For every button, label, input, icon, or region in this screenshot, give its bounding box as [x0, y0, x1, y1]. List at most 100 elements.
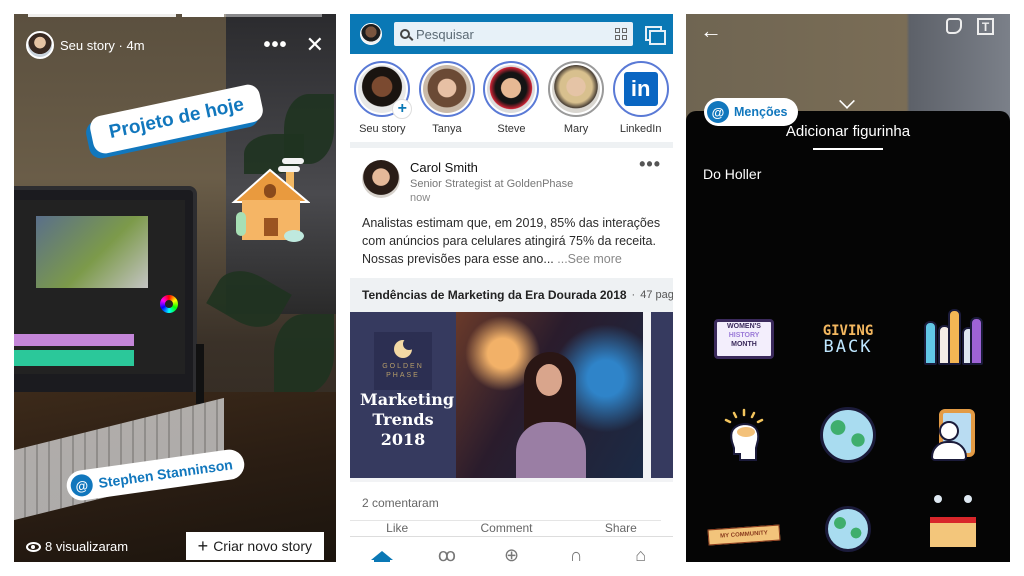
story-progress-segment-2 [182, 14, 322, 17]
author-avatar[interactable] [362, 160, 400, 198]
home-icon[interactable] [370, 544, 394, 562]
stylus-stand [196, 344, 204, 404]
slide-title-line: 2018 [380, 430, 426, 449]
house-sticker-icon[interactable] [230, 154, 310, 244]
story-item-linkedin[interactable]: in LinkedIn [611, 61, 671, 135]
profile-avatar[interactable] [360, 23, 382, 45]
post-body: Analistas estimam que, em 2019, 85% das … [350, 204, 673, 278]
face [536, 364, 562, 396]
post-more-options-icon[interactable]: ••• [639, 154, 661, 175]
plus-icon: + [197, 536, 209, 556]
sticker-giving-back[interactable]: GIVING BACK [808, 304, 888, 374]
see-more-link[interactable]: ...See more [554, 252, 622, 266]
sticker-podium[interactable] [912, 486, 992, 556]
notifications-icon[interactable]: ∩ [564, 544, 588, 562]
comments-count[interactable]: 2 comentaram [350, 482, 661, 521]
microphone [964, 495, 972, 503]
story-ring: + [354, 61, 413, 119]
plant-leaf [274, 314, 334, 394]
qr-code-icon[interactable] [615, 28, 627, 40]
story-user-label: Seu story · 4m [60, 37, 145, 53]
story-ring [483, 61, 540, 117]
brand-line: PHASE [386, 372, 420, 379]
monitor-image [14, 186, 197, 404]
document-pages: 47 pages [640, 289, 673, 301]
at-sign-icon: @ [707, 101, 729, 123]
story-ring [548, 61, 605, 117]
sticker-mirror-self[interactable] [912, 400, 992, 470]
close-icon[interactable]: ✕ [306, 34, 324, 56]
sticker-my-community[interactable]: MY COMMUNITY [704, 500, 784, 562]
document-title: Tendências de Marketing da Era Dourada 2… [362, 288, 627, 302]
story-item-tanya[interactable]: Tanya [417, 61, 477, 135]
back-arrow-icon[interactable]: ← [700, 18, 722, 44]
sticker-text: MY [720, 533, 730, 540]
document-carousel[interactable]: GOLDEN PHASE Marketing Trends 2018 [350, 312, 673, 482]
slide-title-line: Trends [372, 410, 434, 429]
views-label: 8 visualizaram [45, 539, 129, 554]
story-item-steve[interactable]: Steve [481, 61, 541, 135]
feed-screen: Pesquisar + Seu story Tanya Steve Mary i… [350, 14, 673, 562]
monitor-screen [14, 200, 185, 374]
slide-photo [456, 312, 643, 478]
sticker-raised-hands[interactable] [912, 304, 992, 374]
post-icon[interactable]: ⊕ [499, 544, 523, 562]
story-ring [418, 61, 475, 117]
brand-line: GOLDEN [382, 363, 424, 370]
messaging-icon[interactable] [645, 26, 666, 45]
sticker-text: BACK [823, 337, 873, 357]
story-label: Steve [497, 123, 526, 135]
person [931, 421, 969, 461]
sticker-text: WOMEN'S [727, 323, 761, 330]
brand-name: GOLDEN PHASE [382, 362, 424, 380]
person-body [931, 441, 967, 461]
jobs-icon[interactable]: ⌂ [629, 544, 653, 562]
story-header: Seu story · 4m ••• ✕ [26, 30, 324, 60]
text-tool-icon[interactable]: T [977, 18, 994, 35]
desk-globe-icon [825, 506, 871, 552]
my-network-icon[interactable]: ꝏ [435, 544, 459, 562]
next-document-slide[interactable] [651, 312, 673, 478]
document-slide[interactable]: GOLDEN PHASE Marketing Trends 2018 [350, 312, 643, 478]
story-progress-segment-1 [28, 14, 176, 17]
sticker-desk-globe[interactable] [808, 494, 888, 562]
linkedin-logo-text: in [623, 72, 658, 106]
search-input[interactable]: Pesquisar [394, 22, 633, 46]
sticker-mindful-head[interactable] [704, 400, 784, 470]
mirror-self-icon [917, 403, 987, 467]
create-new-story-button[interactable]: + Criar novo story [185, 532, 324, 560]
woman-figure [516, 352, 586, 478]
document-title-bar[interactable]: Tendências de Marketing da Era Dourada 2… [350, 278, 673, 312]
linkedin-logo-icon: in [616, 65, 665, 113]
sticker-globe-in-hands[interactable] [808, 400, 888, 470]
post-time: now [410, 192, 431, 204]
section-label: Do Holler [703, 166, 762, 182]
author-name[interactable]: Carol Smith [410, 160, 573, 175]
eye-icon [26, 541, 41, 552]
user-avatar[interactable] [26, 31, 54, 59]
more-options-icon[interactable]: ••• [264, 34, 288, 57]
top-bar: Pesquisar [350, 14, 673, 54]
sticker-womens-history-month[interactable]: WOMEN'S HISTORY MONTH [704, 304, 784, 374]
mentions-chip[interactable]: @ Menções [704, 98, 798, 126]
add-story-icon[interactable]: + [392, 99, 413, 119]
womens-history-month-icon: WOMEN'S HISTORY MONTH [714, 319, 774, 359]
hand [924, 321, 937, 365]
color-wheel [160, 295, 178, 313]
story-label: Seu story [359, 123, 406, 135]
person-head [939, 421, 959, 441]
author-headline: Senior Strategist at GoldenPhase [410, 178, 574, 190]
story-avatar [422, 65, 471, 113]
sticker-tool-icon[interactable] [946, 18, 962, 34]
views-count[interactable]: 8 visualizaram [26, 539, 128, 554]
moon-icon [394, 338, 415, 358]
podium [930, 517, 976, 547]
story-label: LinkedIn [619, 123, 662, 135]
story-avatar [552, 65, 601, 113]
search-placeholder: Pesquisar [416, 26, 474, 42]
at-sign-icon: @ [69, 472, 95, 498]
sticker-text: MONTH [731, 341, 757, 348]
create-new-story-label: Criar novo story [213, 538, 312, 554]
story-item-mary[interactable]: Mary [546, 61, 606, 135]
story-item-seu-story[interactable]: + Seu story [352, 61, 413, 135]
